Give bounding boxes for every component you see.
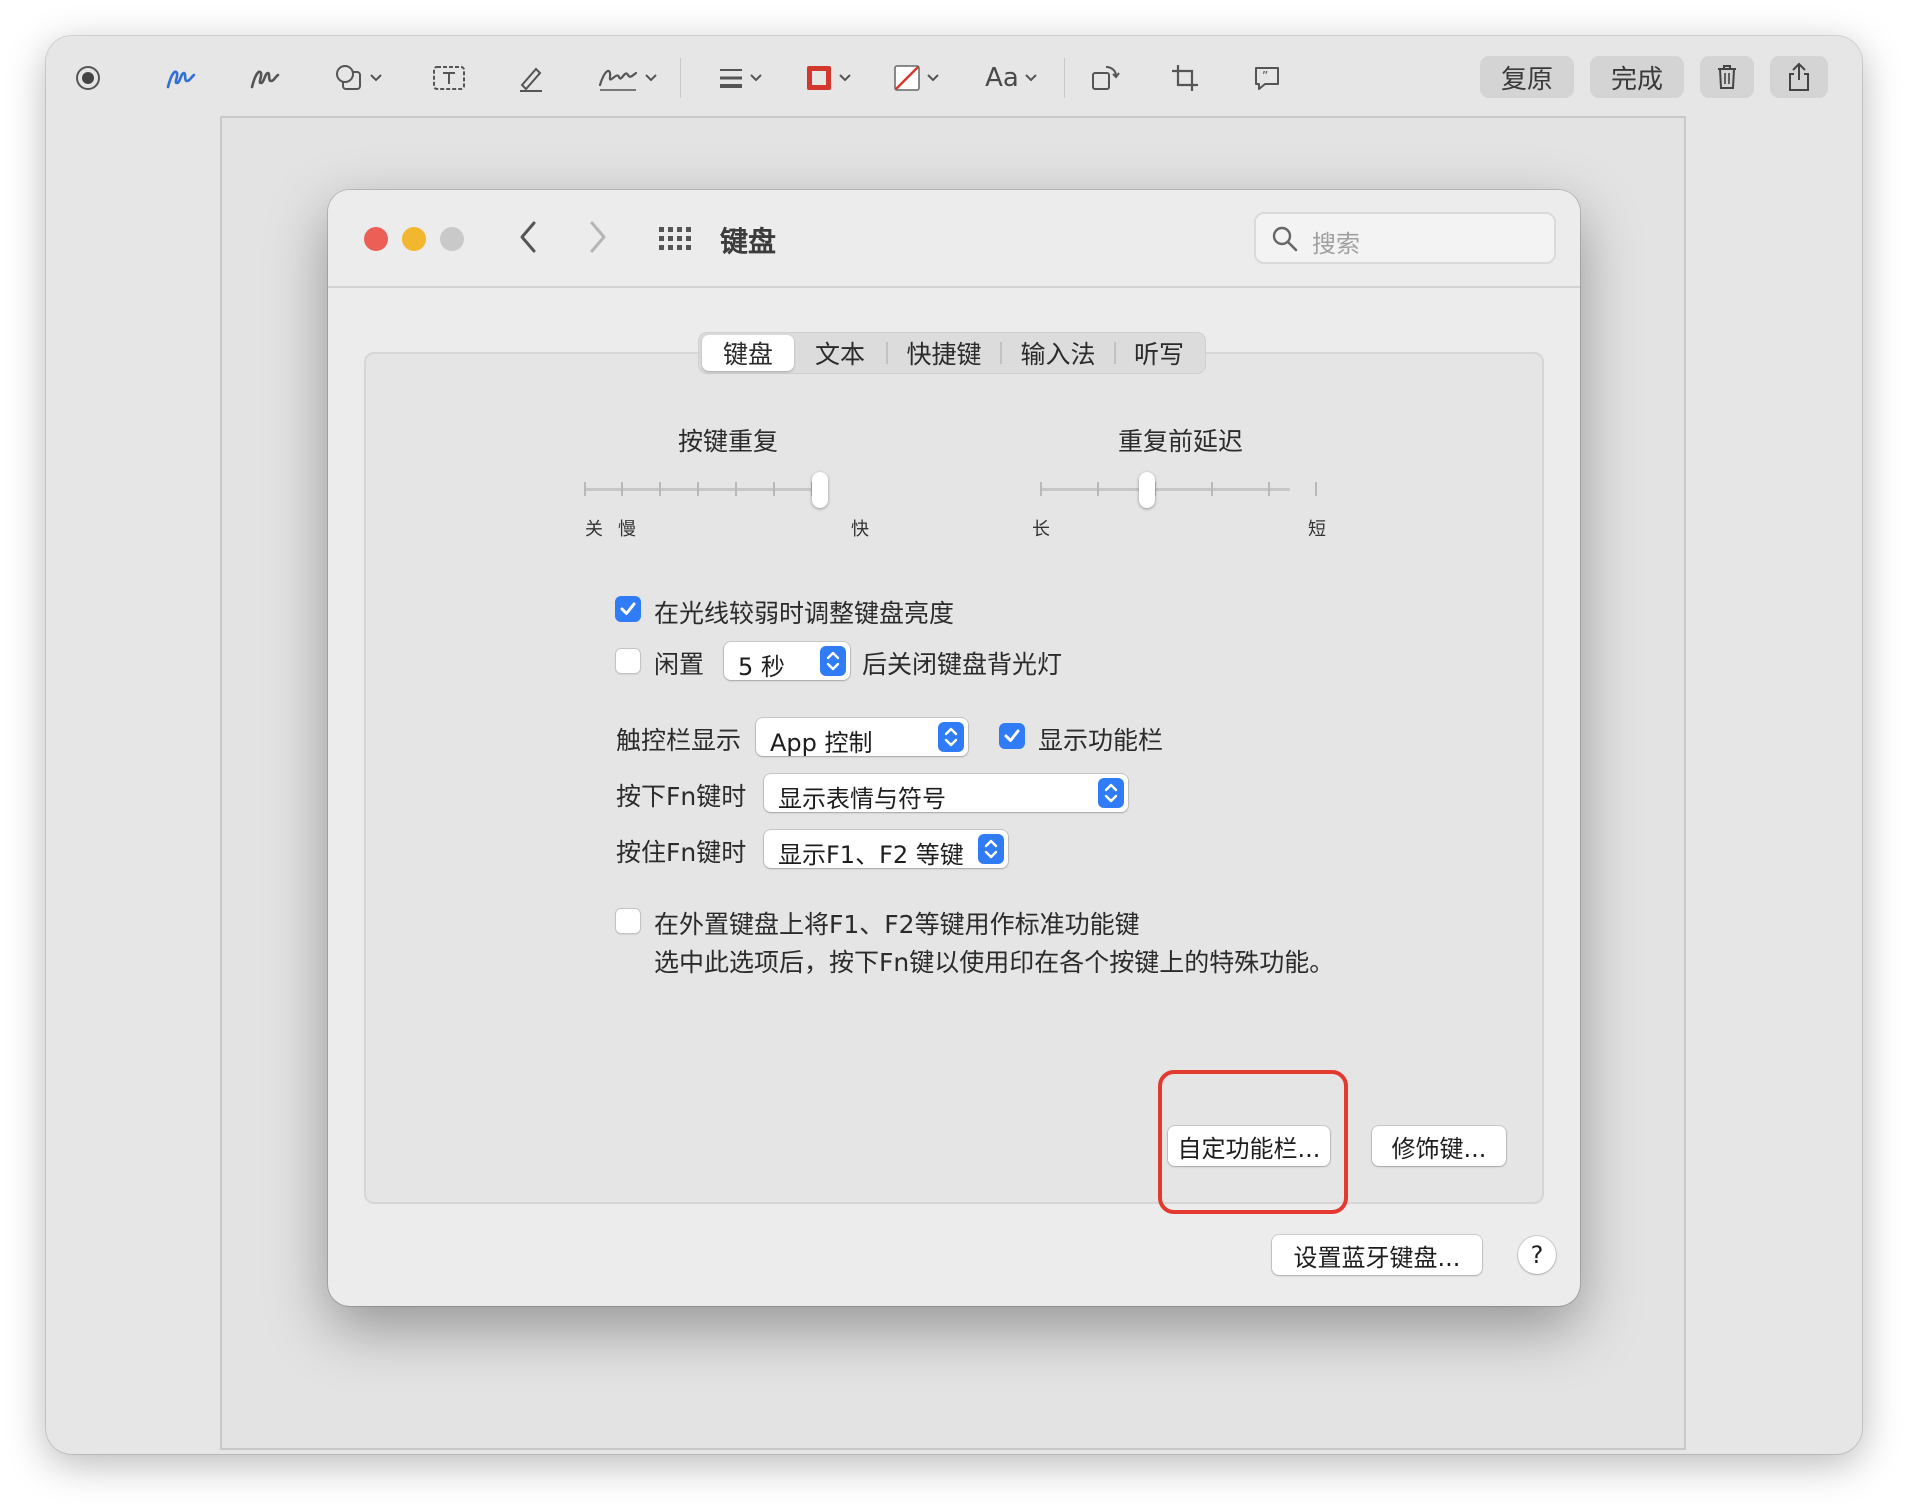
delay-long-label: 长 <box>1032 519 1050 540</box>
rotate-icon[interactable] <box>1082 58 1128 98</box>
zoom-button[interactable] <box>440 227 464 251</box>
tab-dictation[interactable]: 听写 <box>1116 335 1202 371</box>
show-control-strip-label: 显示功能栏 <box>1038 726 1164 755</box>
slider-tick <box>1268 482 1270 496</box>
idle-suffix-label: 后关闭键盘背光灯 <box>862 650 1063 679</box>
delay-track <box>1040 488 1290 491</box>
idle-prefix-label: 闲置 <box>654 650 705 679</box>
border-color-icon[interactable] <box>798 58 858 98</box>
slider-tick <box>773 482 775 496</box>
toolbar-divider <box>1064 58 1065 98</box>
tab-input-sources[interactable]: 输入法 <box>1002 335 1114 371</box>
back-icon[interactable] <box>518 220 538 258</box>
touch-bar-value: App 控制 <box>770 729 873 757</box>
trash-icon <box>1718 65 1736 89</box>
draw-icon[interactable] <box>242 58 288 98</box>
key-repeat-label: 按键重复 <box>678 427 779 456</box>
key-repeat-fast-label: 快 <box>851 519 869 540</box>
slider-tick <box>584 482 586 496</box>
idle-duration-value: 5 秒 <box>738 653 785 681</box>
svg-text:”: ” <box>1262 69 1268 83</box>
forward-icon[interactable] <box>588 220 608 258</box>
show-all-grid-icon[interactable] <box>658 226 694 256</box>
slider-tick <box>1315 482 1317 496</box>
window-titlebar: 键盘 搜索 <box>328 190 1580 288</box>
description-icon[interactable]: ” <box>1244 58 1290 98</box>
popup-stepper-icon <box>820 646 846 676</box>
adjust-brightness-label: 在光线较弱时调整键盘亮度 <box>654 599 955 628</box>
popup-stepper-icon <box>1098 778 1124 808</box>
hold-fn-label: 按住Fn键时 <box>616 838 747 867</box>
slider-tick <box>1040 482 1042 496</box>
delay-until-repeat-label: 重复前延迟 <box>1118 427 1244 456</box>
slider-tick <box>697 482 699 496</box>
tab-text[interactable]: 文本 <box>794 335 886 371</box>
delay-thumb[interactable] <box>1139 472 1155 508</box>
slider-tick <box>1097 482 1099 496</box>
idle-backlight-checkbox[interactable] <box>615 648 641 674</box>
signature-icon[interactable] <box>590 58 664 98</box>
record-icon[interactable] <box>68 58 108 98</box>
key-repeat-track <box>584 488 814 491</box>
help-button[interactable]: ? <box>1518 1236 1556 1274</box>
revert-button[interactable]: 复原 <box>1480 56 1574 98</box>
slider-tick <box>1211 482 1213 496</box>
adjust-brightness-checkbox[interactable] <box>615 596 641 622</box>
window-title: 键盘 <box>720 225 777 258</box>
text-style-button[interactable]: Aa <box>978 58 1044 98</box>
search-field[interactable]: 搜索 <box>1254 212 1556 264</box>
touch-bar-select[interactable]: App 控制 <box>756 718 968 757</box>
popup-stepper-icon <box>978 834 1004 864</box>
share-icon <box>1789 62 1809 91</box>
markup-toolbar: Aa ” 复原 完成 <box>46 36 1862 118</box>
slider-tick <box>621 482 623 496</box>
highlight-annotation-rectangle[interactable] <box>1158 1070 1348 1214</box>
hold-fn-value: 显示F1、F2 等键 <box>778 841 964 869</box>
search-icon <box>1272 226 1298 252</box>
popup-stepper-icon <box>938 722 964 752</box>
hold-fn-select[interactable]: 显示F1、F2 等键 <box>764 830 1008 869</box>
close-button[interactable] <box>364 227 388 251</box>
slider-tick <box>735 482 737 496</box>
press-fn-select[interactable]: 显示表情与符号 <box>764 774 1128 813</box>
line-style-icon[interactable] <box>710 58 770 98</box>
checkmark-icon <box>620 602 636 615</box>
crop-icon[interactable] <box>1162 58 1208 98</box>
toolbar-divider <box>680 58 681 98</box>
highlight-pen-icon[interactable] <box>508 58 554 98</box>
key-repeat-thumb[interactable] <box>812 472 828 508</box>
share-button[interactable] <box>1770 56 1828 98</box>
checkmark-icon <box>1004 729 1020 742</box>
text-box-icon[interactable] <box>426 58 472 98</box>
use-f-keys-checkbox[interactable] <box>615 908 641 934</box>
setup-bluetooth-keyboard-button[interactable]: 设置蓝牙键盘... <box>1272 1235 1482 1275</box>
show-control-strip-checkbox[interactable] <box>999 723 1025 749</box>
key-repeat-slow-label: 慢 <box>618 519 636 540</box>
slider-tick <box>659 482 661 496</box>
press-fn-label: 按下Fn键时 <box>616 782 747 811</box>
touch-bar-label: 触控栏显示 <box>616 726 742 755</box>
modifier-keys-button[interactable]: 修饰键... <box>1372 1126 1506 1166</box>
delay-short-label: 短 <box>1308 519 1326 540</box>
sketch-icon[interactable] <box>158 58 204 98</box>
text-style-label: Aa <box>985 63 1019 93</box>
keyboard-preferences-window: 键盘 搜索 键盘 文本 快捷键 输入法 听写 按键重复 关 慢 快 重复前延迟 <box>328 190 1580 1306</box>
tab-keyboard[interactable]: 键盘 <box>702 335 794 371</box>
idle-duration-select[interactable]: 5 秒 <box>724 642 850 681</box>
search-placeholder: 搜索 <box>1312 230 1360 258</box>
shapes-icon[interactable] <box>328 58 388 98</box>
delete-button[interactable] <box>1700 56 1754 98</box>
done-button[interactable]: 完成 <box>1590 56 1684 98</box>
tab-shortcuts[interactable]: 快捷键 <box>888 335 1000 371</box>
minimize-button[interactable] <box>402 227 426 251</box>
fill-color-icon[interactable] <box>886 58 946 98</box>
tab-bar: 键盘 文本 快捷键 输入法 听写 <box>698 332 1206 374</box>
press-fn-value: 显示表情与符号 <box>778 785 946 813</box>
key-repeat-off-label: 关 <box>585 519 603 540</box>
use-f-keys-label: 在外置键盘上将F1、F2等键用作标准功能键 <box>654 910 1140 939</box>
use-f-keys-description: 选中此选项后，按下Fn键以使用印在各个按键上的特殊功能。 <box>654 948 1335 977</box>
